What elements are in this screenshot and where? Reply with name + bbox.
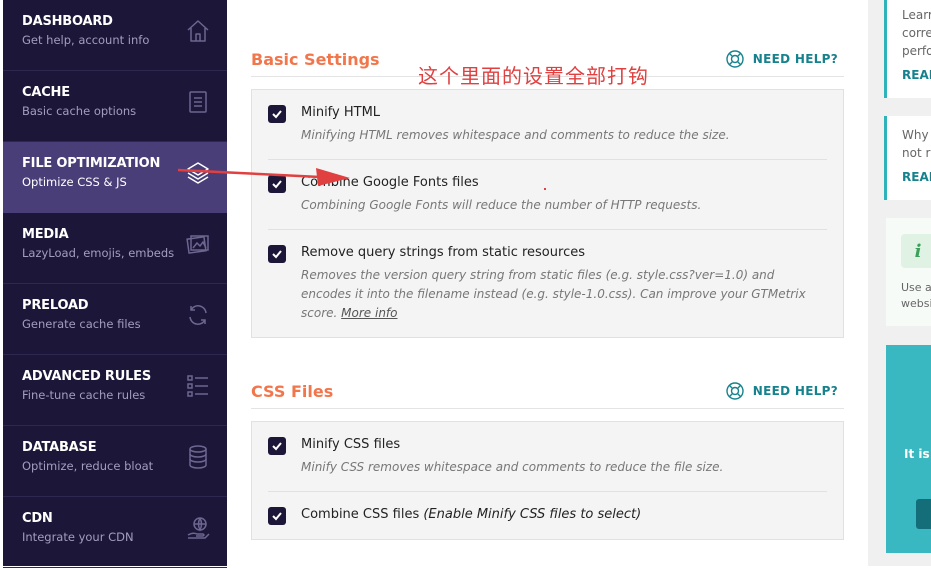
combine-css-checkbox[interactable] <box>268 507 286 525</box>
read-more-link[interactable]: READ <box>902 66 931 84</box>
checkmark-icon <box>272 442 282 451</box>
info-card-2: Why not r READ <box>884 116 931 200</box>
checkmark-icon <box>272 180 282 189</box>
sidebar-item-cdn[interactable]: CDN Integrate your CDN <box>3 497 227 568</box>
info-card-text: not r <box>902 146 931 160</box>
field-combine-css: Combine CSS files (Enable Minify CSS fil… <box>268 492 827 539</box>
field-text: Combine Google Fonts files Combining Goo… <box>301 174 827 215</box>
database-icon <box>185 444 211 470</box>
info-card-text: perfo <box>902 44 931 58</box>
remove-query-strings-checkbox[interactable] <box>268 245 286 263</box>
sidebar-item-media[interactable]: MEDIA LazyLoad, emojis, embeds <box>3 213 227 284</box>
combine-google-fonts-checkbox[interactable] <box>268 175 286 193</box>
sidebar-item-dashboard[interactable]: DASHBOARD Get help, account info <box>3 0 227 71</box>
field-label: Remove query strings from static resourc… <box>301 245 585 260</box>
field-combine-google-fonts: Combine Google Fonts files Combining Goo… <box>268 160 827 230</box>
lifebuoy-icon <box>726 382 744 400</box>
field-text: Remove query strings from static resourc… <box>301 244 827 323</box>
field-label: Minify CSS files <box>301 437 401 452</box>
annotation-text: 这个里面的设置全部打钩 <box>418 64 649 88</box>
checkmark-icon <box>272 250 282 259</box>
info-card-text: corre <box>902 26 931 40</box>
settings-card: Minify HTML Minifying HTML removes white… <box>251 89 844 338</box>
field-description: Minify CSS removes whitespace and commen… <box>301 460 724 474</box>
section-css-files: CSS Files NEED HELP? Minify CSS files Mi… <box>251 374 844 540</box>
layers-icon <box>185 160 211 186</box>
field-label: Minify HTML <box>301 105 381 120</box>
info-card-text: Why <box>902 128 929 142</box>
home-icon <box>185 18 211 44</box>
sidebar-item-cache[interactable]: CACHE Basic cache options <box>3 71 227 142</box>
checkmark-icon <box>272 110 282 119</box>
info-card-text: Learr <box>902 8 931 22</box>
lifebuoy-icon <box>726 50 744 68</box>
field-description: Minifying HTML removes whitespace and co… <box>301 128 730 142</box>
read-more-link[interactable]: READ <box>902 168 931 186</box>
field-minify-html: Minify HTML Minifying HTML removes white… <box>268 90 827 160</box>
sidebar-item-database[interactable]: DATABASE Optimize, reduce bloat <box>3 426 227 497</box>
tip-text: Use a websi <box>901 280 931 312</box>
field-label: Combine CSS files (Enable Minify CSS fil… <box>301 506 827 524</box>
minify-css-checkbox[interactable] <box>268 437 286 455</box>
right-sidebar: Learr corre perfo READ Why not r READ i … <box>868 0 931 566</box>
field-label-text: Combine CSS files <box>301 507 420 522</box>
tip-text-line: Use a <box>901 281 931 294</box>
info-icon: i <box>901 234 931 268</box>
images-icon <box>185 231 211 257</box>
sidebar-item-preload[interactable]: PRELOAD Generate cache files <box>3 284 227 355</box>
field-text: Minify HTML Minifying HTML removes white… <box>301 104 827 145</box>
need-help-label: NEED HELP? <box>752 52 838 66</box>
more-info-link[interactable]: More info <box>341 306 397 320</box>
sidebar-item-file-optimization[interactable]: FILE OPTIMIZATION Optimize CSS & JS <box>3 142 241 213</box>
tip-text-line: websi <box>901 297 931 310</box>
field-text: Combine CSS files (Enable Minify CSS fil… <box>301 506 827 525</box>
sidebar-nav: DASHBOARD Get help, account info CACHE B… <box>0 0 241 568</box>
field-text: Minify CSS files Minify CSS removes whit… <box>301 436 827 477</box>
settings-card: Minify CSS files Minify CSS removes whit… <box>251 421 844 540</box>
field-description: Removes the version query string from st… <box>301 266 827 323</box>
annotation-dot <box>544 188 546 190</box>
section-header: CSS Files NEED HELP? <box>251 374 844 409</box>
field-label: Combine Google Fonts files <box>301 175 479 190</box>
field-label-note: (Enable Minify CSS files to select) <box>423 507 642 522</box>
need-help-link[interactable]: NEED HELP? <box>725 49 838 69</box>
minify-html-checkbox[interactable] <box>268 105 286 123</box>
promo-button[interactable] <box>916 499 931 529</box>
field-minify-css: Minify CSS files Minify CSS removes whit… <box>268 422 827 492</box>
promo-card: It is a <box>886 345 931 553</box>
field-remove-query-strings: Remove query strings from static resourc… <box>268 230 827 337</box>
checkmark-icon <box>272 512 282 521</box>
file-icon <box>185 89 211 115</box>
section-title: CSS Files <box>251 381 334 401</box>
sidebar-item-advanced-rules[interactable]: ADVANCED RULES Fine-tune cache rules <box>3 355 227 426</box>
need-help-label: NEED HELP? <box>752 384 838 398</box>
promo-text: It is a <box>904 447 931 461</box>
tip-card: i Use a websi <box>886 218 931 326</box>
need-help-link[interactable]: NEED HELP? <box>725 381 838 401</box>
refresh-icon <box>185 302 211 328</box>
list-icon <box>185 373 211 399</box>
globe-hand-icon <box>185 515 211 541</box>
info-card-1: Learr corre perfo READ <box>884 0 931 98</box>
section-title: Basic Settings <box>251 49 380 69</box>
field-description: Combining Google Fonts will reduce the n… <box>301 198 702 212</box>
